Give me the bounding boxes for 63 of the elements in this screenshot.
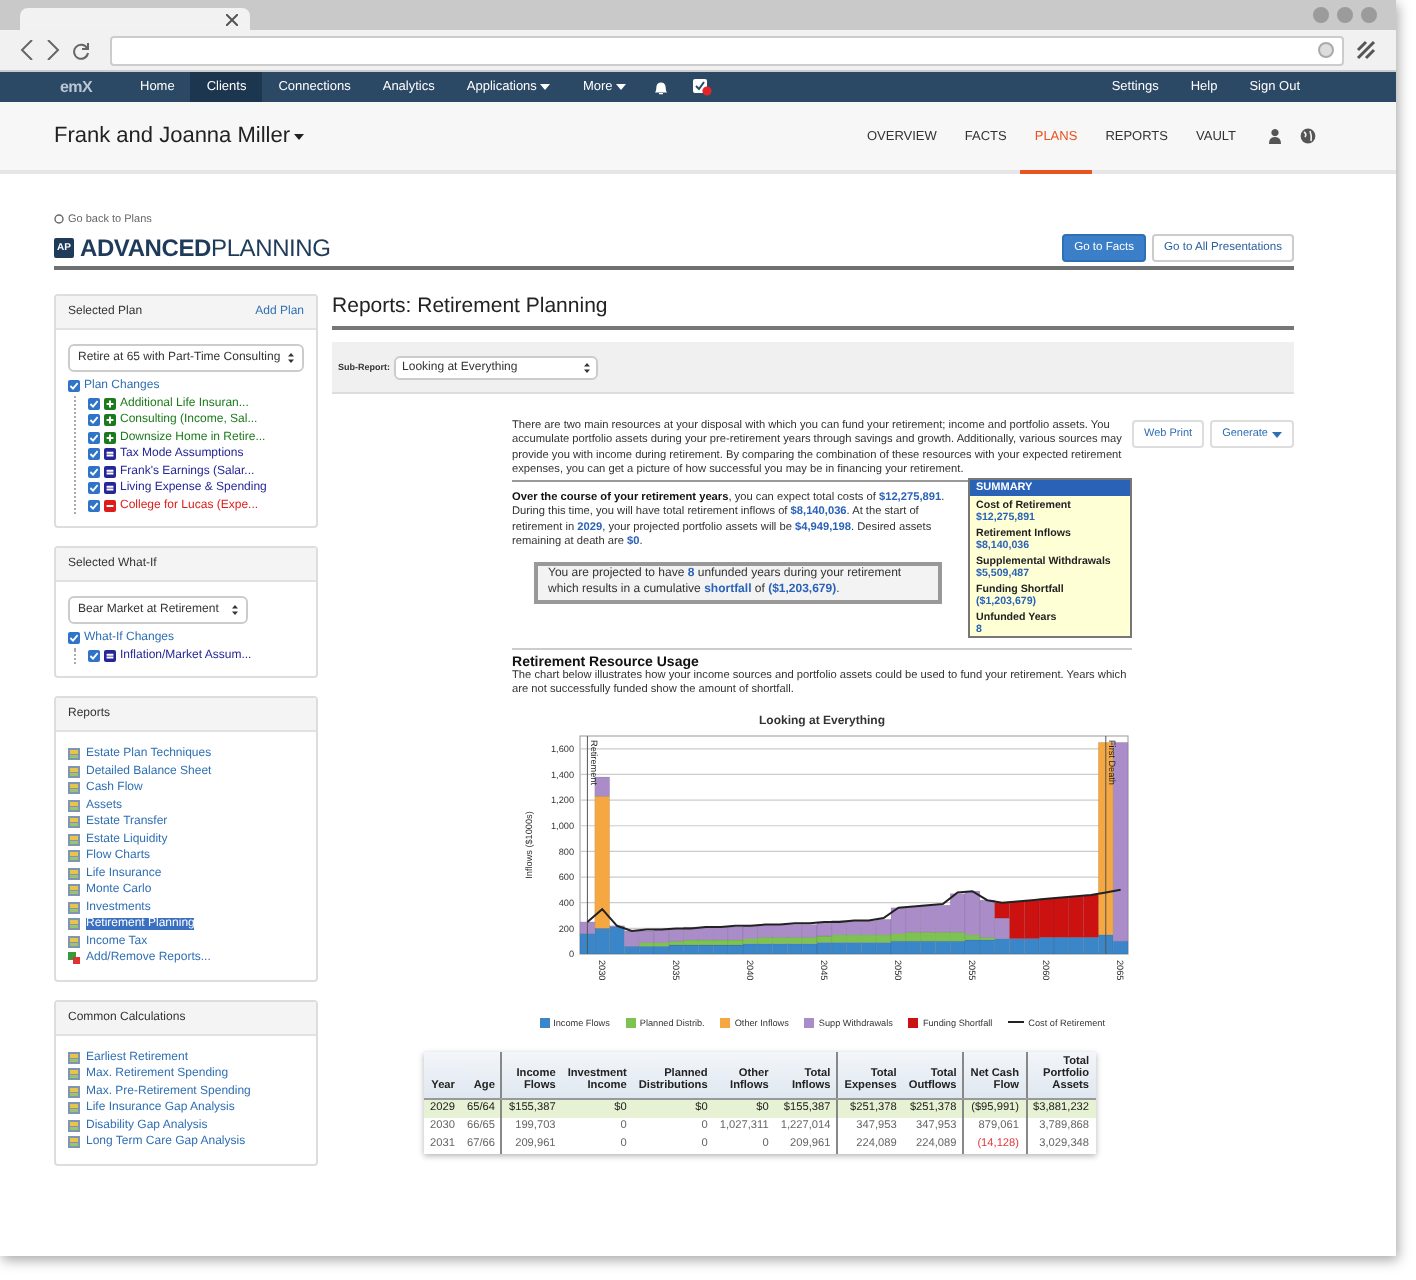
report-icon	[68, 748, 80, 761]
globe-icon[interactable]	[1300, 128, 1316, 144]
report-icon	[68, 850, 80, 863]
checkbox[interactable]	[88, 499, 100, 512]
modify-icon	[104, 482, 116, 495]
checkbox[interactable]	[68, 632, 80, 645]
report-icon	[68, 1051, 80, 1064]
caret-icon	[616, 84, 627, 90]
report-icon	[68, 816, 80, 829]
report-icon	[68, 918, 80, 931]
report-icon	[68, 1102, 80, 1115]
checkbox[interactable]	[88, 649, 100, 662]
globe-icon	[1318, 42, 1334, 58]
checkbox[interactable]	[88, 431, 100, 444]
caret-icon	[540, 84, 551, 90]
updown-icon	[288, 352, 295, 364]
report-icon	[68, 935, 80, 948]
report-icon	[68, 782, 80, 795]
logo: emX	[60, 78, 92, 96]
legend-swatch	[804, 1017, 815, 1028]
task-icon[interactable]	[692, 78, 713, 96]
modify-icon	[104, 448, 116, 461]
checkbox[interactable]	[68, 380, 80, 393]
report-icon	[68, 833, 80, 846]
report-icon	[68, 1068, 80, 1081]
legend-swatch	[1008, 1018, 1025, 1027]
checkbox[interactable]	[88, 465, 100, 478]
brand-title: ADVANCEDPLANNING	[80, 234, 331, 262]
report-icon	[68, 765, 80, 778]
caret-icon	[1272, 431, 1282, 437]
add-icon	[104, 431, 116, 444]
remove-icon	[104, 499, 116, 512]
add-icon	[104, 414, 116, 427]
page-title: Reports: Retirement Planning	[332, 294, 1294, 330]
report-icon	[68, 1085, 80, 1098]
report-icon	[68, 799, 80, 812]
extension-icon[interactable]	[1356, 40, 1376, 60]
add-icon	[104, 397, 116, 410]
report-icon	[68, 901, 80, 914]
checkbox[interactable]	[88, 448, 100, 461]
caret-icon	[294, 133, 305, 139]
legend-swatch	[908, 1017, 919, 1028]
updown-icon	[584, 361, 591, 373]
report-icon	[68, 867, 80, 880]
modify-icon	[104, 649, 116, 662]
modify-icon	[104, 465, 116, 478]
checkbox[interactable]	[88, 397, 100, 410]
updown-icon	[232, 604, 238, 616]
legend-swatch	[720, 1017, 731, 1028]
checkbox[interactable]	[88, 414, 100, 427]
client-menu[interactable]: Frank and Joanna Miller	[54, 124, 305, 148]
person-icon[interactable]	[1268, 128, 1282, 144]
forward-icon[interactable]	[46, 40, 60, 60]
close-icon[interactable]	[226, 13, 238, 25]
report-icon	[68, 884, 80, 897]
reload-icon[interactable]	[72, 41, 90, 59]
bell-icon[interactable]	[654, 79, 669, 95]
report-icon	[68, 1136, 80, 1149]
checkbox[interactable]	[88, 482, 100, 495]
report-icon	[68, 1119, 80, 1132]
legend-swatch	[539, 1017, 550, 1028]
add-remove-icon	[68, 952, 80, 965]
legend-swatch	[625, 1017, 636, 1028]
